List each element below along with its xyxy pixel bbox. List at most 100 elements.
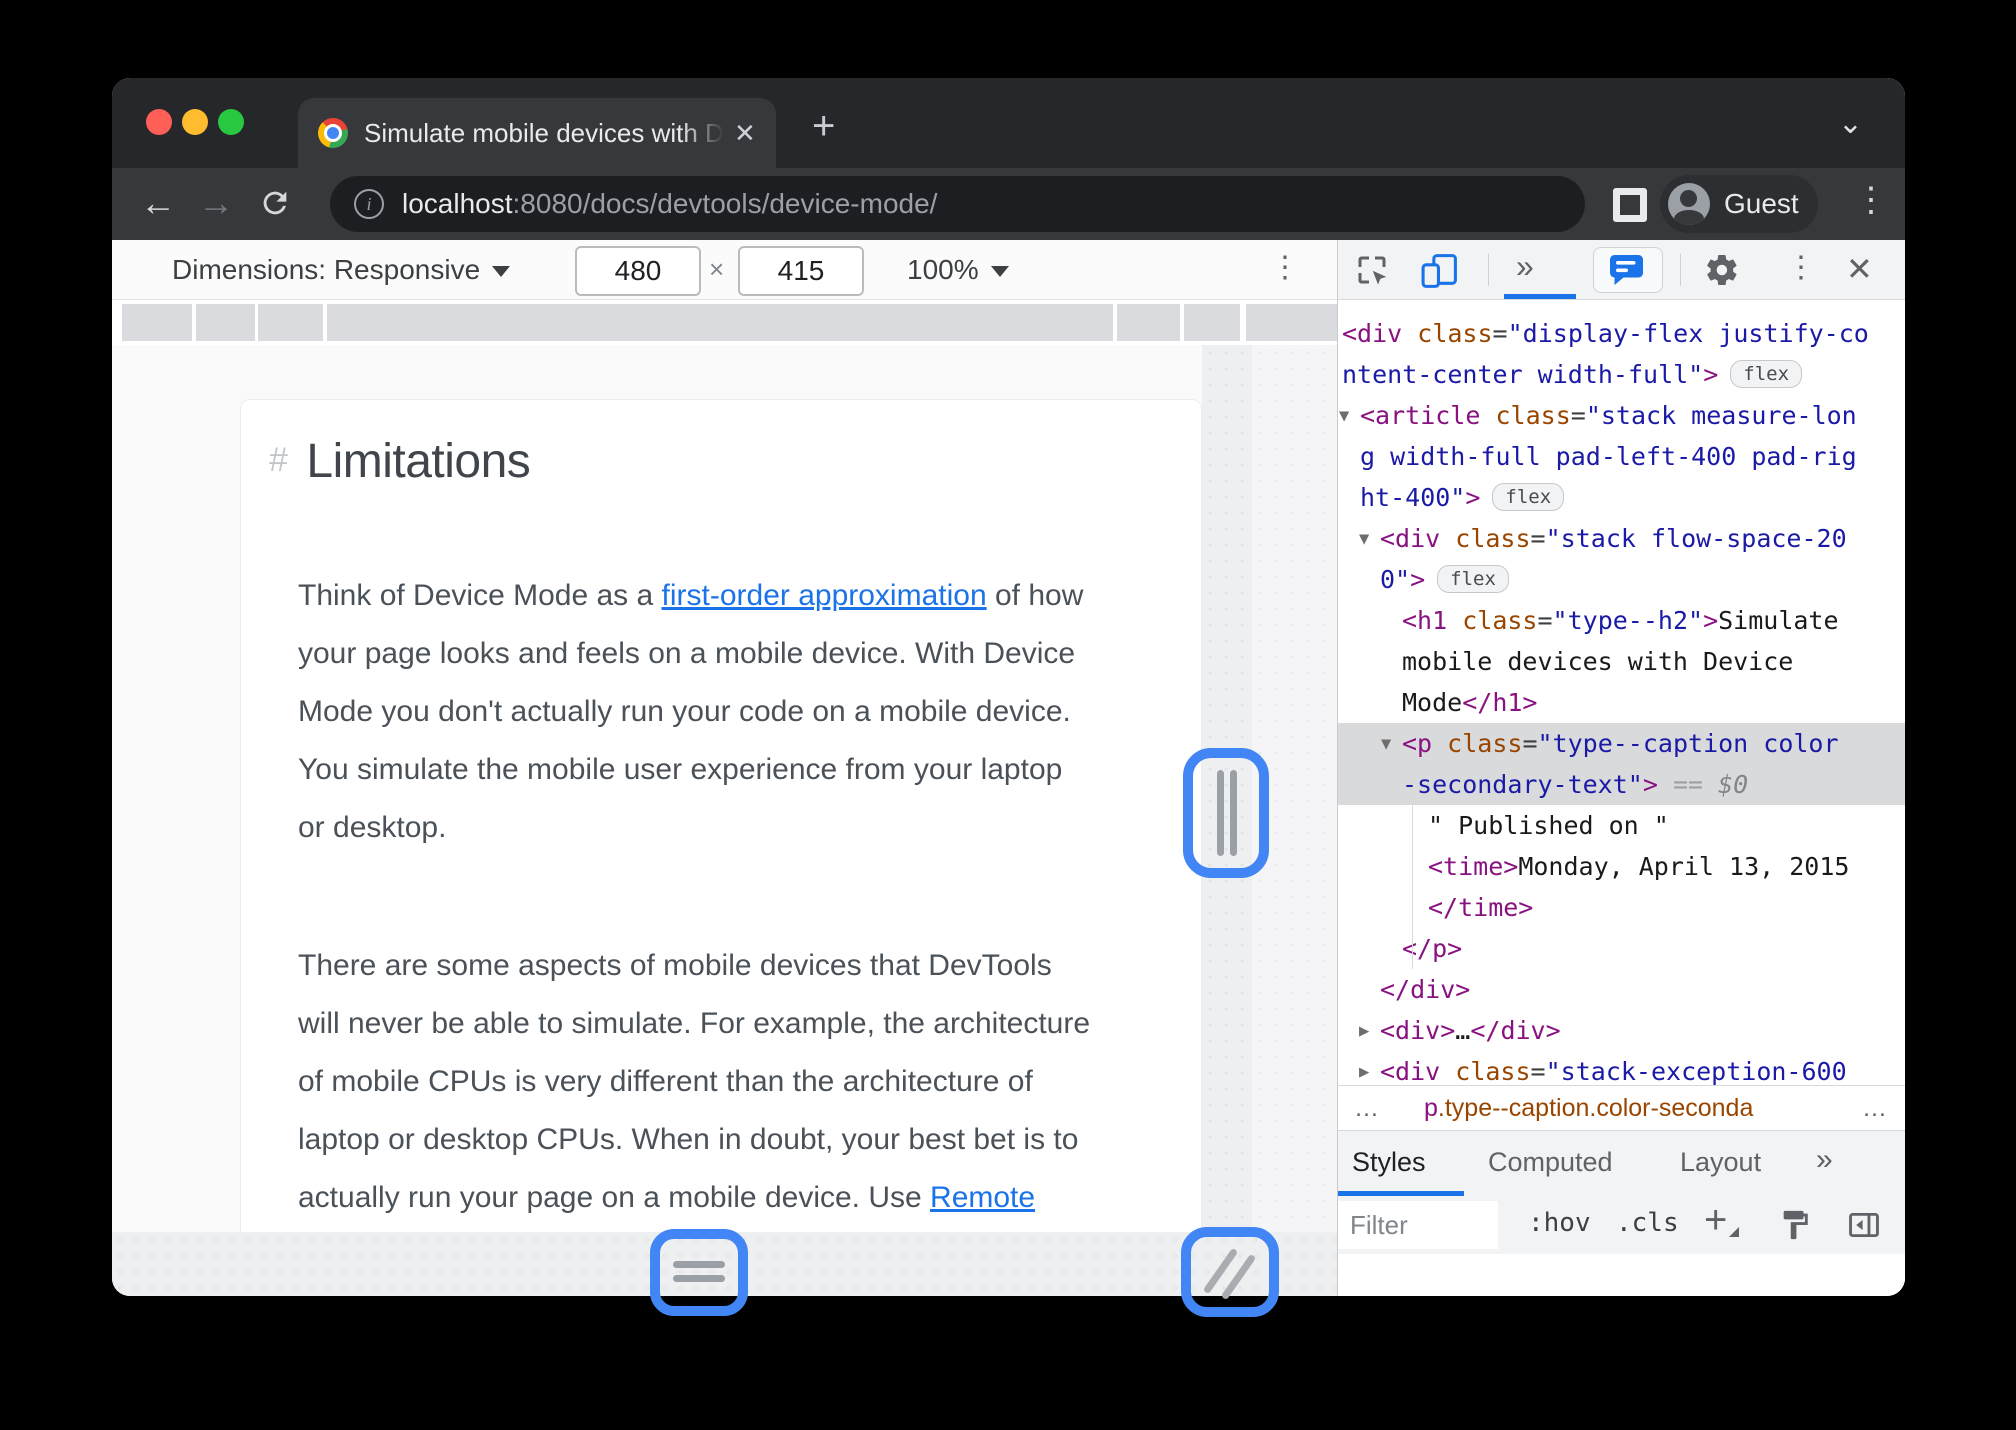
collapse-arrow-icon[interactable]: ▶	[1359, 1011, 1369, 1052]
device-toolbar-menu-icon[interactable]: ⋮	[1270, 250, 1300, 285]
side-panel-icon[interactable]	[1613, 188, 1647, 222]
tree-node-line[interactable]: ▼ <article class="stack measure-lon	[1338, 395, 1905, 436]
new-tab-button[interactable]: +	[812, 104, 835, 149]
expand-arrow-icon[interactable]: ▼	[1339, 396, 1349, 437]
heading-anchor-hash[interactable]: #	[269, 441, 288, 479]
inspect-element-icon[interactable]	[1354, 252, 1390, 293]
window-fullscreen-button[interactable]	[218, 109, 244, 135]
expand-arrow-icon[interactable]: ▼	[1381, 724, 1391, 765]
tab-styles[interactable]: Styles	[1352, 1147, 1426, 1178]
site-info-icon[interactable]: i	[354, 189, 384, 219]
chevron-down-icon[interactable]: ⌄	[1838, 106, 1863, 141]
devtools-close-icon[interactable]: ✕	[1846, 250, 1873, 288]
toggle-hover-state[interactable]: :hov	[1528, 1208, 1591, 1238]
dimension-separator: ×	[709, 254, 725, 284]
tree-node-line[interactable]: -secondary-text"> == $0	[1338, 764, 1905, 805]
code-token-tag: </div>	[1380, 975, 1471, 1004]
code-token-dollar: $0	[1718, 770, 1749, 799]
ruler-segment[interactable]	[327, 304, 1113, 341]
code-token-tag: <time>	[1428, 852, 1519, 881]
viewport-width-input[interactable]	[575, 246, 701, 296]
code-token-val: "stack measure-lon	[1585, 401, 1857, 430]
text-link[interactable]: Remote	[930, 1181, 1035, 1214]
dimensions-dropdown[interactable]: Dimensions: Responsive	[172, 254, 511, 286]
tree-node-line[interactable]: mobile devices with Device	[1338, 641, 1905, 682]
code-token-tag: </p>	[1402, 934, 1463, 963]
breadcrumb-more-left-icon[interactable]: …	[1354, 1086, 1381, 1130]
browser-menu-icon[interactable]: ⋮	[1854, 180, 1888, 220]
url-text: localhost:8080/docs/devtools/device-mode…	[402, 188, 937, 220]
device-toolbar-toggle-icon[interactable]	[1420, 252, 1460, 295]
tree-node-line[interactable]: </p>	[1338, 928, 1905, 969]
corner-resize-handle[interactable]	[1181, 1227, 1279, 1317]
zoom-dropdown[interactable]: 100%	[907, 254, 1009, 286]
tree-node-line[interactable]: <div class="display-flex justify-co	[1338, 313, 1905, 354]
ruler-segment[interactable]	[196, 304, 255, 341]
tree-node-line[interactable]: ntent-center width-full"> flex	[1338, 354, 1905, 395]
breadcrumb-selected-node[interactable]: p.type--caption.color-seconda	[1424, 1086, 1753, 1130]
address-bar[interactable]: i localhost:8080/docs/devtools/device-mo…	[330, 176, 1585, 232]
code-token-tag: >	[1642, 770, 1658, 799]
toggle-element-classes[interactable]: .cls	[1616, 1208, 1679, 1238]
more-tabs-icon[interactable]: »	[1516, 248, 1534, 285]
profile-button[interactable]: Guest	[1660, 175, 1818, 233]
text-line: or desktop.	[298, 799, 1201, 857]
ruler-segment[interactable]	[122, 304, 192, 341]
dock-sidebar-icon[interactable]	[1846, 1208, 1882, 1247]
styles-filter-input[interactable]	[1338, 1201, 1498, 1249]
breadcrumb-more-right-icon[interactable]: …	[1862, 1086, 1889, 1130]
viewport-height-input[interactable]	[738, 246, 864, 296]
paint-format-icon[interactable]	[1778, 1208, 1812, 1247]
elements-tree: y justify<div class="display-flex justif…	[1338, 300, 1905, 1085]
tree-node-line[interactable]: ▼ <p class="type--caption color	[1338, 723, 1905, 764]
tree-node-line[interactable]: </div>	[1338, 969, 1905, 1010]
ruler-segment[interactable]	[258, 304, 323, 341]
close-tab-icon[interactable]: ✕	[734, 118, 756, 149]
window-minimize-button[interactable]	[182, 109, 208, 135]
tree-node-line[interactable]: ht-400"> flex	[1338, 477, 1905, 518]
article-body: Think of Device Mode as a first-order ap…	[298, 567, 1201, 1232]
tree-node-line[interactable]: 0"> flex	[1338, 559, 1905, 600]
tree-node-line[interactable]: </time>	[1338, 887, 1905, 928]
tree-node-line[interactable]: <time>Monday, April 13, 2015	[1338, 846, 1905, 887]
text-run: You simulate the mobile user experience …	[298, 753, 1063, 786]
code-token-plain: =	[1530, 1057, 1546, 1085]
tab-layout[interactable]: Layout	[1680, 1147, 1761, 1178]
text-link[interactable]: first-order approximation	[662, 579, 987, 612]
bottom-resize-handle[interactable]	[650, 1229, 748, 1316]
ruler-segment[interactable]	[1117, 304, 1180, 341]
expand-arrow-icon[interactable]: ▼	[1359, 519, 1369, 560]
tree-node-line[interactable]: ▼ <div class="stack flow-space-20	[1338, 518, 1905, 559]
code-token-plain: =	[1570, 401, 1586, 430]
tree-node-line[interactable]: Mode</h1>	[1338, 682, 1905, 723]
ruler-segment[interactable]	[1246, 304, 1337, 341]
tree-node-line[interactable]: y justify	[1338, 300, 1905, 313]
forward-icon[interactable]: →	[198, 182, 234, 224]
devtools-menu-icon[interactable]: ⋮	[1786, 250, 1816, 285]
toolbar-divider	[1488, 254, 1489, 286]
devtools-panel: » ⋮ ✕ y justify<div class="display-flex …	[1337, 240, 1905, 1296]
code-token-attr: class	[1447, 729, 1523, 758]
styles-filter-bar: :hov .cls +	[1338, 1196, 1905, 1254]
sidebar-more-tabs-icon[interactable]: »	[1816, 1143, 1833, 1177]
settings-gear-icon[interactable]	[1704, 252, 1740, 293]
page-title: Limitations	[306, 435, 531, 488]
right-resize-handle[interactable]	[1183, 748, 1269, 878]
collapse-arrow-icon[interactable]: ▶	[1359, 1052, 1369, 1085]
reload-icon[interactable]	[258, 186, 292, 229]
back-icon[interactable]: ←	[140, 182, 176, 224]
code-token-badge: flex	[1730, 360, 1803, 388]
tree-node-line[interactable]: ▶ <div class="stack-exception-600	[1338, 1051, 1905, 1085]
tree-node-line[interactable]: <h1 class="type--h2">Simulate	[1338, 600, 1905, 641]
tab-computed[interactable]: Computed	[1488, 1147, 1613, 1178]
feedback-icon[interactable]	[1593, 247, 1663, 293]
ruler-segment[interactable]	[1184, 304, 1240, 341]
window-close-button[interactable]	[146, 109, 172, 135]
tree-node-line[interactable]: " Published on "	[1338, 805, 1905, 846]
browser-tab[interactable]: Simulate mobile devices with D ✕	[298, 98, 776, 168]
code-token-attr: class	[1495, 401, 1571, 430]
new-style-rule-icon[interactable]: +	[1704, 1198, 1740, 1243]
tree-node-line[interactable]: ▶ <div>…</div>	[1338, 1010, 1905, 1051]
tree-node-line[interactable]: g width-full pad-left-400 pad-rig	[1338, 436, 1905, 477]
code-token-text: Monday, April 13, 2015	[1518, 852, 1850, 881]
